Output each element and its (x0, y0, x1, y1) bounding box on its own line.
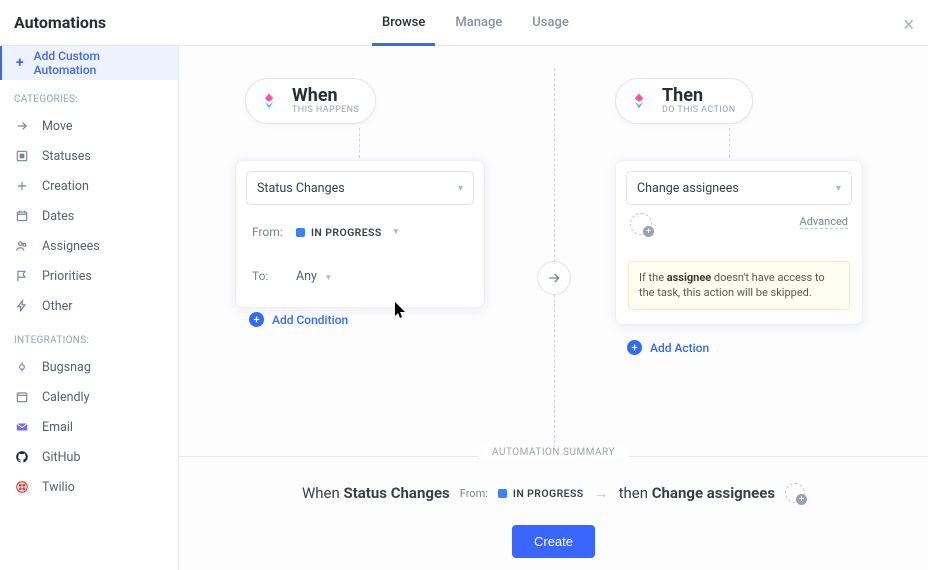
add-assignee-button[interactable] (630, 213, 652, 235)
add-condition-button[interactable]: + Add Condition (249, 312, 348, 327)
add-action-label: Add Action (650, 341, 709, 355)
sidebar-item-dates[interactable]: Dates (0, 201, 178, 231)
arrow-icon (537, 261, 571, 295)
advanced-link[interactable]: Advanced (800, 215, 848, 229)
from-status-value: IN PROGRESS (311, 226, 382, 239)
summary-assignee-icon (785, 483, 805, 503)
bugsnag-icon (14, 360, 30, 374)
sidebar-item-email[interactable]: Email (0, 412, 178, 442)
when-card: Status Changes ▾ From: IN PROGRESS ▾ To:… (235, 160, 485, 308)
plus-icon: + (627, 340, 642, 355)
to-status-dropdown[interactable]: Any ▾ (296, 269, 331, 284)
sidebar-item-label: Bugsnag (42, 360, 91, 375)
sidebar-item-calendly[interactable]: Calendly (0, 382, 178, 412)
from-status-dropdown[interactable]: IN PROGRESS ▾ (296, 226, 399, 239)
calendly-icon (14, 390, 30, 404)
move-icon (14, 119, 30, 133)
flag-icon (14, 269, 30, 283)
sidebar-item-label: Calendly (42, 390, 90, 405)
sidebar-item-move[interactable]: Move (0, 111, 178, 141)
twilio-icon (14, 480, 30, 494)
assignees-icon (14, 239, 30, 253)
sidebar-item-label: Move (42, 119, 73, 134)
when-subtitle: THIS HAPPENS (292, 105, 359, 115)
section-categories: CATEGORIES: (0, 80, 178, 111)
main-canvas: When THIS HAPPENS Status Changes ▾ From:… (179, 46, 928, 570)
creation-icon (14, 179, 30, 193)
sidebar-item-assignees[interactable]: Assignees (0, 231, 178, 261)
tab-usage[interactable]: Usage (530, 0, 571, 46)
page-title: Automations (0, 13, 180, 32)
tab-manage[interactable]: Manage (453, 0, 504, 46)
to-label: To: (252, 269, 296, 283)
to-row: To: Any ▾ (236, 259, 484, 293)
from-label: From: (252, 225, 296, 239)
sidebar-item-label: GitHub (42, 450, 80, 465)
to-status-value: Any (296, 269, 317, 284)
calendar-icon (14, 209, 30, 223)
arrow-icon: → (594, 484, 609, 502)
add-action-button[interactable]: + Add Action (627, 340, 709, 355)
email-icon (14, 420, 30, 434)
warning-note: If the assignee doesn't have access to t… (628, 261, 850, 310)
app-logo-icon (626, 88, 652, 114)
action-select-value: Change assignees (637, 181, 739, 196)
then-title: Then (662, 87, 736, 105)
tab-browse[interactable]: Browse (380, 0, 427, 46)
then-subtitle: DO THIS ACTION (662, 105, 736, 115)
close-icon[interactable]: × (903, 12, 914, 36)
chevron-down-icon: ▾ (458, 183, 463, 194)
trigger-select-value: Status Changes (257, 181, 345, 196)
plus-icon: + (16, 55, 24, 71)
plus-icon: + (249, 312, 264, 327)
summary-label: AUTOMATION SUMMARY (478, 447, 629, 458)
chevron-down-icon: ▾ (394, 227, 399, 237)
status-color-icon (296, 228, 305, 237)
create-button[interactable]: Create (512, 525, 595, 558)
from-row: From: IN PROGRESS ▾ (236, 215, 484, 249)
add-custom-automation-button[interactable]: + Add Custom Automation (0, 46, 178, 80)
sidebar-item-label: Creation (42, 179, 89, 194)
add-condition-label: Add Condition (272, 313, 348, 327)
chevron-down-icon: ▾ (326, 273, 331, 283)
connector (729, 128, 730, 158)
chevron-down-icon: ▾ (836, 183, 841, 194)
divider (554, 68, 555, 448)
add-button-label: Add Custom Automation (34, 49, 164, 77)
connector (359, 128, 360, 158)
summary-bar: AUTOMATION SUMMARY When Status Changes F… (179, 456, 928, 570)
sidebar-item-other[interactable]: Other (0, 291, 178, 321)
then-header: Then DO THIS ACTION (615, 78, 753, 124)
sidebar-item-priorities[interactable]: Priorities (0, 261, 178, 291)
when-title: When (292, 87, 359, 105)
sidebar-item-label: Dates (42, 209, 74, 224)
statuses-icon (14, 149, 30, 163)
sidebar-item-label: Priorities (42, 269, 92, 284)
sidebar-item-label: Other (42, 299, 72, 314)
lightning-icon (14, 299, 30, 313)
tabs: Browse Manage Usage (380, 0, 571, 46)
github-icon (14, 450, 30, 464)
when-header: When THIS HAPPENS (245, 78, 376, 124)
section-integrations: INTEGRATIONS: (0, 321, 178, 352)
sidebar-item-label: Twilio (42, 480, 75, 495)
sidebar: + Add Custom Automation CATEGORIES: Move… (0, 46, 179, 570)
then-card: Change assignees ▾ Advanced If the assig… (615, 160, 863, 325)
app-logo-icon (256, 88, 282, 114)
trigger-select[interactable]: Status Changes ▾ (246, 171, 474, 205)
sidebar-item-twilio[interactable]: Twilio (0, 472, 178, 502)
sidebar-item-bugsnag[interactable]: Bugsnag (0, 352, 178, 382)
summary-from-label: From: (460, 487, 488, 500)
sidebar-item-statuses[interactable]: Statuses (0, 141, 178, 171)
sidebar-item-label: Email (42, 420, 73, 435)
sidebar-item-label: Assignees (42, 239, 100, 254)
sidebar-item-github[interactable]: GitHub (0, 442, 178, 472)
sidebar-item-creation[interactable]: Creation (0, 171, 178, 201)
sidebar-item-label: Statuses (42, 149, 91, 164)
action-select[interactable]: Change assignees ▾ (626, 171, 852, 205)
